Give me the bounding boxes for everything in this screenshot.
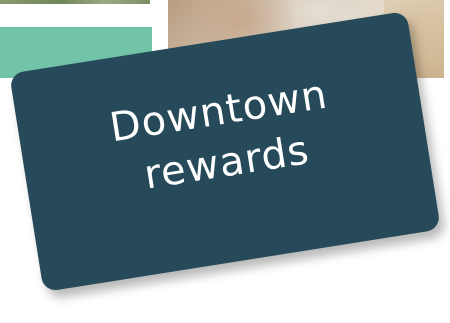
card-title: Downtown rewards [106, 68, 339, 205]
gift-card-scene: Downtown rewards [0, 0, 450, 323]
landscape-photo [0, 0, 150, 4]
